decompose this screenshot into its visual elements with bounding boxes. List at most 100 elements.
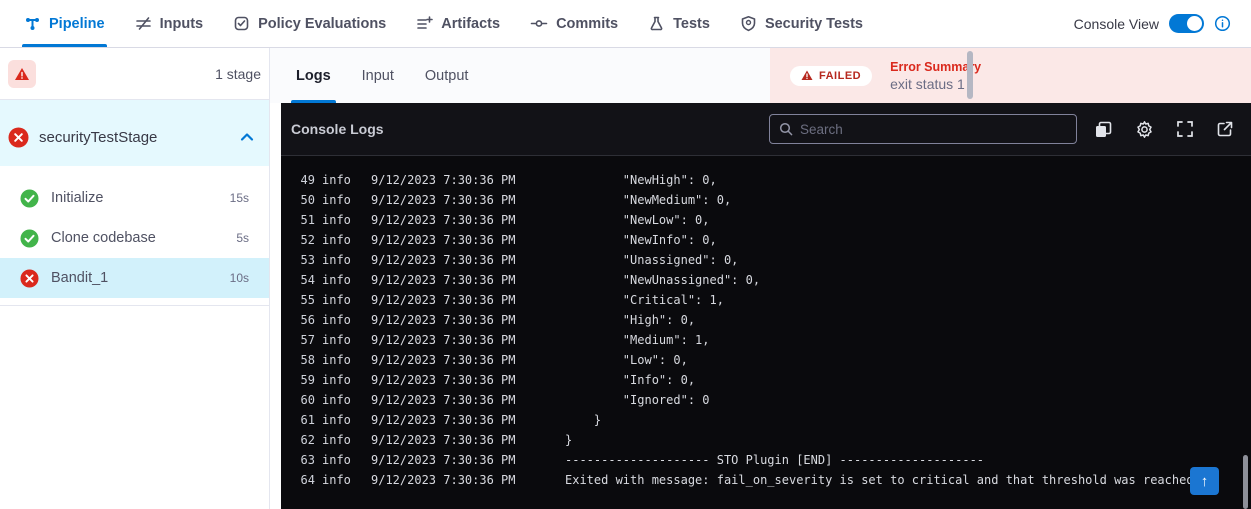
log-line: 52 info 9/12/2023 7:30:36 PM "NewInfo": … [289, 233, 1251, 253]
log-search-box[interactable] [769, 114, 1077, 144]
log-message: } [565, 413, 601, 433]
log-timestamp: 9/12/2023 7:30:36 PM [371, 433, 565, 453]
log-line: 60 info 9/12/2023 7:30:36 PM "Ignored": … [289, 393, 1251, 413]
log-line-number: 57 [289, 333, 315, 353]
tab-label: Output [425, 68, 469, 84]
log-message: "NewUnassigned": 0, [565, 273, 760, 293]
log-level: info [322, 313, 352, 333]
fullscreen-icon[interactable] [1176, 120, 1194, 138]
nav-tab-tests[interactable]: Tests [648, 0, 710, 47]
step-row-clone-codebase[interactable]: Clone codebase 5s [0, 218, 269, 258]
log-level: info [322, 233, 352, 253]
sidebar-summary-row: 1 stage [0, 48, 269, 100]
failed-circle-icon [20, 269, 39, 288]
console-scrollbar[interactable] [1243, 455, 1248, 509]
log-line: 49 info 9/12/2023 7:30:36 PM "NewHigh": … [289, 173, 1251, 193]
log-message: -------------------- STO Plugin [END] --… [565, 453, 984, 473]
log-level: info [322, 213, 352, 233]
detail-tabstrip: Logs Input Output FAILED Error Summary e… [270, 48, 1251, 103]
failed-badge-label: FAILED [819, 70, 861, 82]
nav-tab-inputs[interactable]: Inputs [135, 0, 204, 47]
nav-tab-security-tests[interactable]: Security Tests [740, 0, 863, 47]
divider [0, 305, 269, 306]
success-circle-icon [20, 189, 39, 208]
failed-status-badge: FAILED [790, 66, 872, 86]
log-level: info [322, 253, 352, 273]
search-input[interactable] [800, 122, 1067, 137]
stage-warning-badge [8, 60, 36, 88]
log-timestamp: 9/12/2023 7:30:36 PM [371, 233, 565, 253]
nav-tab-label: Security Tests [765, 16, 863, 32]
stage-header-security-test-stage[interactable]: securityTestStage [0, 100, 269, 166]
step-duration: 10s [230, 271, 249, 285]
log-line-number: 62 [289, 433, 315, 453]
log-message: "NewHigh": 0, [565, 173, 717, 193]
log-line: 62 info 9/12/2023 7:30:36 PM } [289, 433, 1251, 453]
step-row-bandit-1[interactable]: Bandit_1 10s [0, 258, 269, 298]
log-line-number: 55 [289, 293, 315, 313]
log-line: 50 info 9/12/2023 7:30:36 PM "NewMedium"… [289, 193, 1251, 213]
log-level: info [322, 333, 352, 353]
nav-tab-pipeline[interactable]: Pipeline [24, 0, 105, 47]
step-name: Bandit_1 [51, 270, 108, 286]
log-level: info [322, 413, 352, 433]
log-level: info [322, 193, 352, 213]
log-timestamp: 9/12/2023 7:30:36 PM [371, 373, 565, 393]
nav-tab-label: Artifacts [441, 16, 500, 32]
log-line-number: 53 [289, 253, 315, 273]
log-level: info [322, 433, 352, 453]
log-line: 64 info 9/12/2023 7:30:36 PM Exited with… [289, 473, 1251, 493]
log-line-number: 56 [289, 313, 315, 333]
warning-triangle-icon [801, 70, 813, 81]
log-timestamp: 9/12/2023 7:30:36 PM [371, 193, 565, 213]
log-line-number: 60 [289, 393, 315, 413]
log-line: 55 info 9/12/2023 7:30:36 PM "Critical":… [289, 293, 1251, 313]
log-level: info [322, 173, 352, 193]
log-timestamp: 9/12/2023 7:30:36 PM [371, 453, 565, 473]
log-line-number: 50 [289, 193, 315, 213]
log-line-number: 51 [289, 213, 315, 233]
pipeline-execution-screen: Pipeline Inputs Policy Evaluations Artif… [0, 0, 1251, 509]
tab-output[interactable]: Output [425, 48, 469, 103]
log-timestamp: 9/12/2023 7:30:36 PM [371, 313, 565, 333]
error-panel-scrollbar[interactable] [967, 51, 973, 99]
console-view-label: Console View [1074, 16, 1159, 32]
nav-tab-commits[interactable]: Commits [530, 0, 618, 47]
tab-logs[interactable]: Logs [296, 48, 331, 103]
failed-circle-icon [8, 127, 29, 148]
log-timestamp: 9/12/2023 7:30:36 PM [371, 473, 565, 493]
log-line: 63 info 9/12/2023 7:30:36 PM -----------… [289, 453, 1251, 473]
tab-input[interactable]: Input [362, 48, 394, 103]
nav-tab-artifacts[interactable]: Artifacts [416, 0, 500, 47]
log-level: info [322, 453, 352, 473]
console-view-toggle[interactable] [1169, 14, 1204, 33]
step-row-initialize[interactable]: Initialize 15s [0, 178, 269, 218]
nav-tab-label: Pipeline [49, 16, 105, 32]
info-icon[interactable] [1214, 15, 1231, 32]
log-level: info [322, 373, 352, 393]
search-icon [779, 122, 793, 136]
chevron-up-icon[interactable] [239, 130, 255, 144]
scroll-to-top-button[interactable]: ↑ [1190, 467, 1219, 495]
settings-gear-icon[interactable] [1135, 120, 1154, 139]
log-line-number: 52 [289, 233, 315, 253]
log-level: info [322, 473, 352, 493]
open-in-new-icon[interactable] [1216, 120, 1234, 138]
nav-tab-label: Inputs [160, 16, 204, 32]
log-line: 61 info 9/12/2023 7:30:36 PM } [289, 413, 1251, 433]
nav-tab-policy-evaluations[interactable]: Policy Evaluations [233, 0, 386, 47]
log-line-number: 63 [289, 453, 315, 473]
log-line-number: 59 [289, 373, 315, 393]
copy-icon[interactable] [1094, 120, 1113, 139]
log-timestamp: 9/12/2023 7:30:36 PM [371, 213, 565, 233]
log-message: Exited with message: fail_on_severity is… [565, 473, 1194, 493]
nav-tabs: Pipeline Inputs Policy Evaluations Artif… [24, 0, 863, 47]
log-line: 59 info 9/12/2023 7:30:36 PM "Info": 0, [289, 373, 1251, 393]
log-level: info [322, 273, 352, 293]
toggle-knob [1187, 16, 1202, 31]
log-line-number: 58 [289, 353, 315, 373]
nav-tab-label: Policy Evaluations [258, 16, 386, 32]
console-logs-panel: Console Logs 49 info 9/12/2023 7:30:36 P… [281, 103, 1251, 509]
console-header: Console Logs [281, 103, 1251, 156]
log-line-number: 61 [289, 413, 315, 433]
